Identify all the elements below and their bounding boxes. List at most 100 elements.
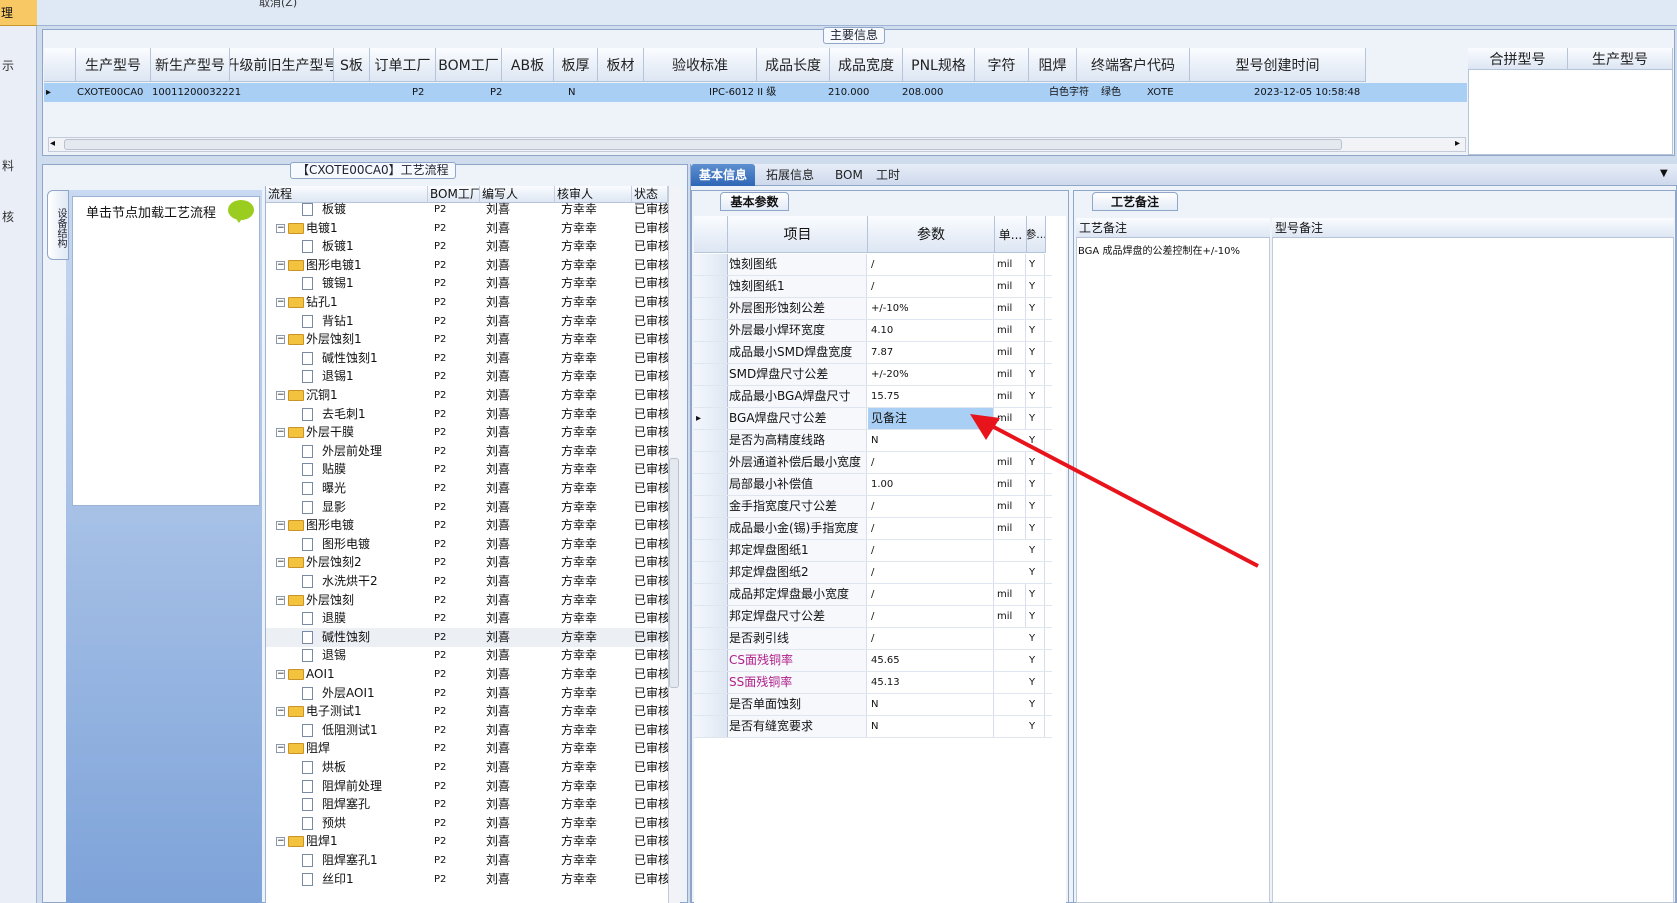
main-cell-wid[interactable]: 208.000 bbox=[902, 83, 943, 102]
param-value[interactable]: 7.87 bbox=[868, 342, 994, 363]
side-tab[interactable]: 设备结构 bbox=[47, 190, 69, 260]
model-note-box[interactable] bbox=[1272, 218, 1674, 903]
process-note-text[interactable]: BGA 成品焊盘的公差控制在+/-10% bbox=[1078, 246, 1256, 257]
main-cell-ab[interactable]: N bbox=[568, 83, 575, 102]
param-row[interactable]: 成品邦定焊盘最小宽度 / mil Y bbox=[694, 584, 1052, 606]
param-value[interactable]: 45.65 bbox=[868, 650, 994, 671]
side-grid-header[interactable]: 生产型号 bbox=[1568, 48, 1673, 70]
tree-row[interactable]: 退锡1 P2 刘喜 方幸幸 已审核 bbox=[266, 367, 668, 386]
tree-row[interactable]: − 图形电镀1 P2 刘喜 方幸幸 已审核 bbox=[266, 256, 668, 275]
tree-row[interactable]: 外层AOI1 P2 刘喜 方幸幸 已审核 bbox=[266, 684, 668, 703]
row-header[interactable] bbox=[694, 320, 728, 341]
main-col-header[interactable]: PNL规格 bbox=[903, 48, 975, 82]
scroll-right-icon[interactable]: ▸ bbox=[1455, 138, 1460, 149]
param-row[interactable]: 外层图形蚀刻公差 +/-10% mil Y bbox=[694, 298, 1052, 320]
param-row[interactable]: 邦定焊盘尺寸公差 / mil Y bbox=[694, 606, 1052, 628]
param-value[interactable]: +/-20% bbox=[868, 364, 994, 385]
tree-row[interactable]: − 阻焊1 P2 刘喜 方幸幸 已审核 bbox=[266, 832, 668, 851]
main-col-header[interactable]: 型号创建时间 bbox=[1190, 48, 1366, 82]
tree-row[interactable]: 水洗烘干2 P2 刘喜 方幸幸 已审核 bbox=[266, 572, 668, 591]
param-row[interactable]: 成品最小SMD焊盘宽度 7.87 mil Y bbox=[694, 342, 1052, 364]
param-row[interactable]: 是否有缝宽要求 N Y bbox=[694, 716, 1052, 738]
row-header[interactable] bbox=[694, 584, 728, 605]
tree-row[interactable]: 显影 P2 刘喜 方幸幸 已审核 bbox=[266, 498, 668, 517]
main-cell-mask[interactable]: 绿色 bbox=[1101, 83, 1121, 102]
main-col-header[interactable]: 升级前旧生产型号 bbox=[230, 48, 334, 82]
main-cell-prod[interactable]: CXOTE00CA0 bbox=[77, 83, 143, 102]
param-row[interactable]: CS面残铜率 45.65 Y bbox=[694, 650, 1052, 672]
tree-row[interactable]: 碱性蚀刻 P2 刘喜 方幸幸 已审核 bbox=[266, 627, 668, 647]
tree-row[interactable]: 低阻测试1 P2 刘喜 方幸幸 已审核 bbox=[266, 721, 668, 740]
tree-row[interactable]: 预烘 P2 刘喜 方幸幸 已审核 bbox=[266, 814, 668, 833]
row-header[interactable] bbox=[694, 364, 728, 385]
collapse-icon[interactable]: − bbox=[276, 223, 285, 233]
param-value[interactable]: / bbox=[868, 276, 994, 297]
param-row[interactable]: 是否单面蚀刻 N Y bbox=[694, 694, 1052, 716]
tree-row[interactable]: 曝光 P2 刘喜 方幸幸 已审核 bbox=[266, 479, 668, 498]
main-col-header[interactable]: 阻焊 bbox=[1029, 48, 1077, 82]
param-col-value[interactable]: 参数 bbox=[868, 216, 995, 253]
tree-row[interactable]: 板镀 P2 刘喜 方幸幸 已审核 bbox=[266, 200, 668, 219]
param-col-item[interactable]: 项目 bbox=[728, 216, 868, 253]
tree-row[interactable]: 丝印1 P2 刘喜 方幸幸 已审核 bbox=[266, 870, 668, 889]
tree-row[interactable]: 背钻1 P2 刘喜 方幸幸 已审核 bbox=[266, 312, 668, 331]
collapse-icon[interactable]: − bbox=[276, 670, 285, 679]
row-header[interactable] bbox=[694, 474, 728, 495]
row-header[interactable] bbox=[694, 342, 728, 363]
param-value[interactable]: / bbox=[868, 606, 994, 627]
row-header[interactable] bbox=[694, 430, 728, 451]
tab-extended-info[interactable]: 拓展信息 bbox=[758, 164, 822, 186]
main-col-header[interactable]: 生产型号 bbox=[76, 48, 151, 82]
main-col-header[interactable]: 终端客户代码 bbox=[1077, 48, 1190, 82]
param-row[interactable]: SMD焊盘尺寸公差 +/-20% mil Y bbox=[694, 364, 1052, 386]
param-row[interactable]: 蚀刻图纸1/mil Y bbox=[694, 276, 1052, 298]
param-value[interactable]: / bbox=[868, 628, 994, 649]
param-col-unit[interactable]: 单... bbox=[995, 216, 1027, 253]
main-col-header[interactable]: 新生产型号 bbox=[151, 48, 230, 82]
collapse-icon[interactable]: − bbox=[276, 837, 285, 847]
param-col-flag[interactable]: 参... bbox=[1027, 216, 1046, 253]
param-value[interactable]: 4.10 bbox=[868, 320, 994, 341]
param-row[interactable]: 外层最小焊环宽度 4.10 mil Y bbox=[694, 320, 1052, 342]
collapse-icon[interactable]: − bbox=[276, 298, 285, 307]
tree-row[interactable]: 烘板 P2 刘喜 方幸幸 已审核 bbox=[266, 758, 668, 777]
tree-row[interactable]: − 外层蚀刻1 P2 刘喜 方幸幸 已审核 bbox=[266, 330, 668, 349]
main-cell-bom-factory[interactable]: P2 bbox=[490, 83, 502, 102]
nav-item[interactable]: 料 bbox=[2, 157, 14, 174]
row-header[interactable]: ▸ bbox=[694, 408, 728, 429]
param-value[interactable]: +/-10% bbox=[868, 298, 994, 319]
main-col-header[interactable]: AB板 bbox=[502, 48, 554, 82]
tree-row[interactable]: 板镀1 P2 刘喜 方幸幸 已审核 bbox=[266, 237, 668, 256]
row-header[interactable] bbox=[694, 562, 728, 583]
tree-row[interactable]: − AOI1 P2 刘喜 方幸幸 已审核 bbox=[266, 665, 668, 684]
collapse-icon[interactable]: − bbox=[276, 391, 285, 400]
collapse-icon[interactable]: − bbox=[276, 707, 285, 717]
tree-row[interactable]: 退膜 P2 刘喜 方幸幸 已审核 bbox=[266, 609, 668, 628]
tree-row[interactable]: − 阻焊 P2 刘喜 方幸幸 已审核 bbox=[266, 739, 668, 758]
collapse-icon[interactable]: − bbox=[276, 335, 285, 345]
tree-row[interactable]: − 电镀1 P2 刘喜 方幸幸 已审核 bbox=[266, 219, 668, 238]
main-cell-order-factory[interactable]: P2 bbox=[412, 83, 424, 102]
row-header[interactable] bbox=[694, 650, 728, 671]
row-header[interactable] bbox=[694, 716, 728, 737]
main-col-header[interactable]: 订单工厂 bbox=[370, 48, 436, 82]
scroll-thumb[interactable] bbox=[669, 458, 679, 688]
main-col-header[interactable]: 板材 bbox=[598, 48, 644, 82]
param-row[interactable]: 蚀刻图纸 / mil Y bbox=[694, 254, 1052, 276]
row-header[interactable] bbox=[694, 276, 728, 297]
nav-item[interactable]: 核 bbox=[2, 208, 14, 225]
main-col-header[interactable]: 板厚 bbox=[554, 48, 598, 82]
param-value[interactable]: N bbox=[868, 694, 994, 715]
collapse-icon[interactable]: − bbox=[276, 744, 285, 754]
row-header[interactable] bbox=[694, 540, 728, 561]
tree-row[interactable]: − 电子测试1 P2 刘喜 方幸幸 已审核 bbox=[266, 702, 668, 721]
row-header[interactable] bbox=[694, 496, 728, 517]
tree-row[interactable]: − 钻孔1 P2 刘喜 方幸幸 已审核 bbox=[266, 293, 668, 312]
row-header[interactable] bbox=[694, 628, 728, 649]
main-cell-std[interactable]: IPC-6012 II 级 bbox=[709, 83, 776, 102]
scroll-left-icon[interactable]: ◂ bbox=[50, 138, 55, 149]
param-row[interactable]: SS面残铜率 45.13 Y bbox=[694, 672, 1052, 694]
row-header[interactable] bbox=[694, 694, 728, 715]
tab-basic-info[interactable]: 基本信息 bbox=[691, 164, 756, 186]
chevron-down-icon[interactable]: ▼ bbox=[1660, 168, 1668, 179]
